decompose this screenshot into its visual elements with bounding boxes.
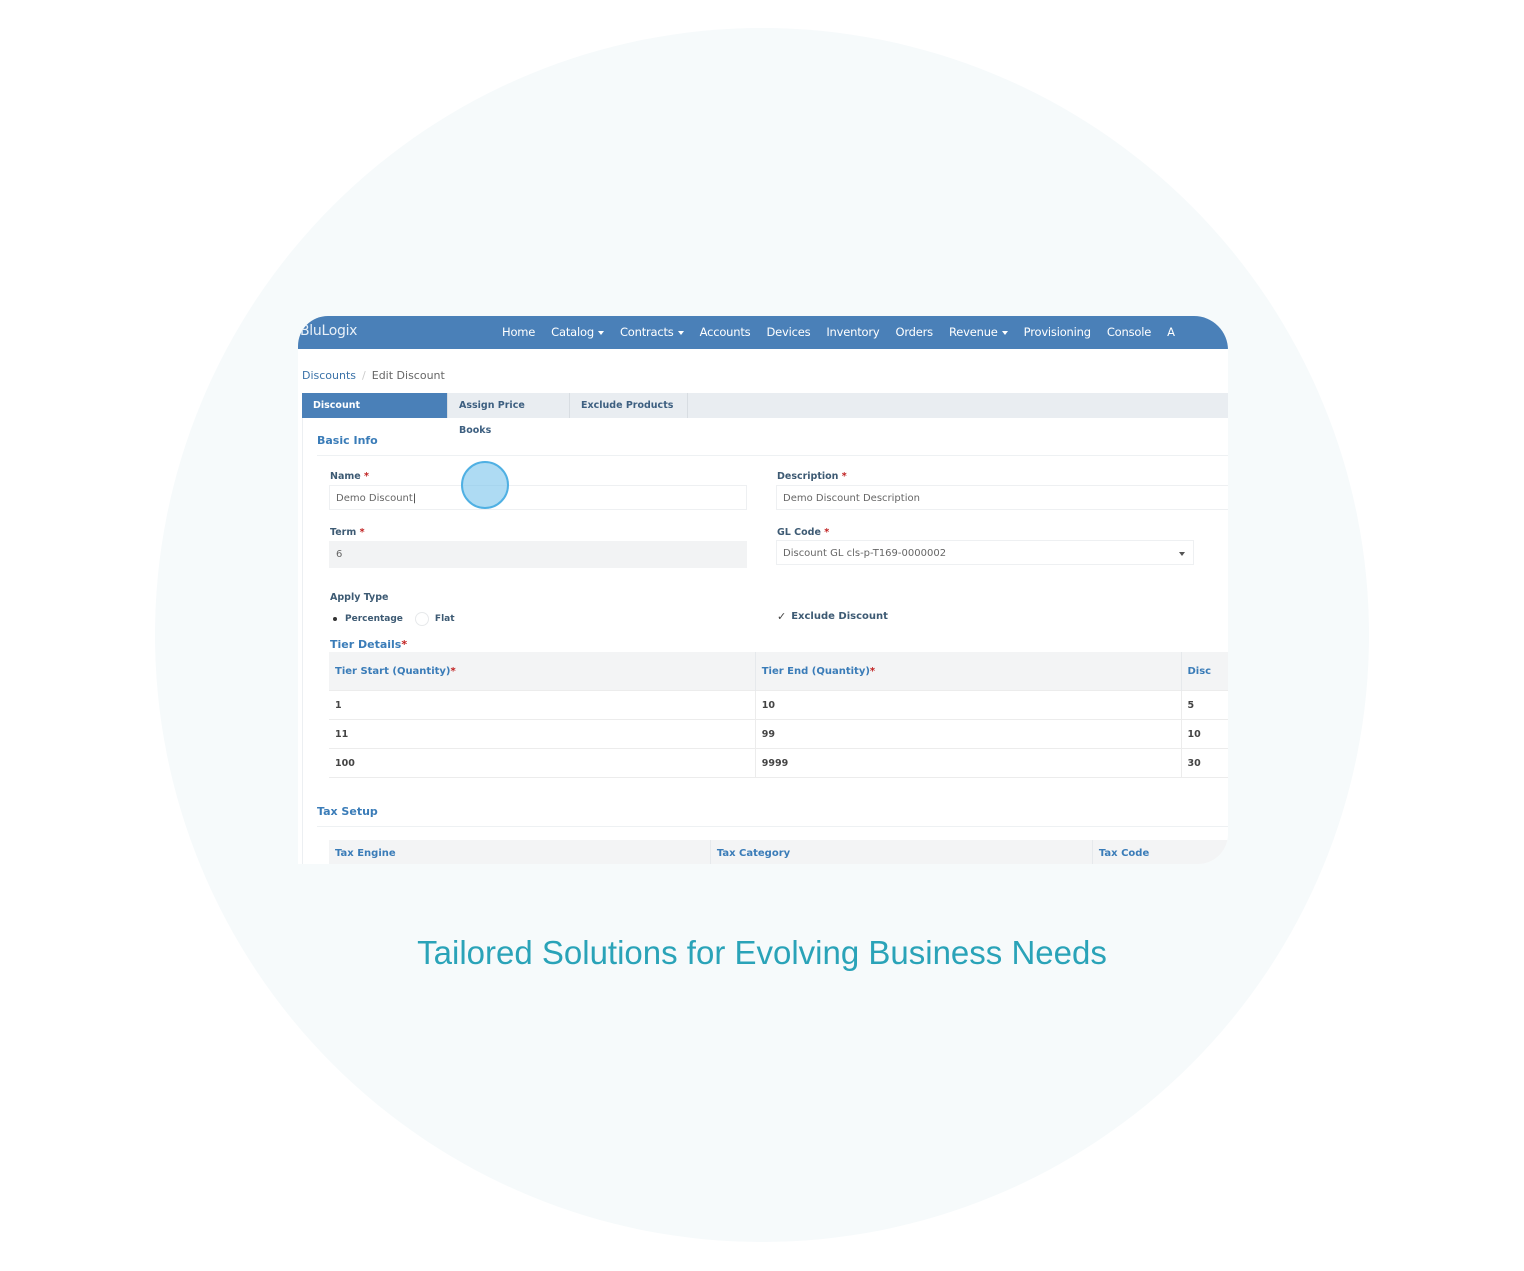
tax-setup-title: Tax Setup [317, 805, 378, 818]
cell-tier-start[interactable]: 11 [329, 719, 756, 749]
nav-menu: Home Catalog Contracts Accounts Devices … [502, 325, 1191, 339]
caret-down-icon [597, 331, 604, 335]
cell-tier-start[interactable]: 1 [329, 690, 756, 720]
breadcrumb-separator: / [362, 369, 366, 382]
table-row[interactable]: 11 99 10 [329, 719, 1228, 749]
gl-code-select[interactable]: Discount GL cls-p-T169-0000002 [776, 540, 1194, 565]
tax-setup-table: Tax Engine Tax Category Tax Code [329, 840, 1228, 864]
chevron-down-icon [1179, 552, 1185, 556]
col-tier-end: Tier End (Quantity)* [755, 652, 1182, 691]
caret-down-icon [1001, 331, 1008, 335]
tab-assign-price-books[interactable]: Assign Price Books [448, 393, 570, 436]
nav-provisioning[interactable]: Provisioning [1024, 325, 1091, 339]
table-header-row: Tax Engine Tax Category Tax Code [329, 840, 1228, 864]
name-input[interactable]: Demo Discount| [329, 485, 747, 510]
nav-truncated[interactable]: A [1167, 325, 1175, 339]
cell-tier-end[interactable]: 9999 [755, 748, 1182, 778]
description-label: Description * [777, 471, 847, 482]
nav-accounts[interactable]: Accounts [700, 325, 751, 339]
term-label: Term * [330, 527, 365, 538]
nav-catalog[interactable]: Catalog [551, 325, 604, 339]
apply-type-radio-group: Percentage Flat [331, 612, 455, 626]
divider [317, 826, 1228, 827]
nav-devices[interactable]: Devices [766, 325, 810, 339]
top-navbar: BluLogix Home Catalog Contracts Accounts… [298, 316, 1228, 349]
description-input[interactable]: Demo Discount Description [776, 485, 1228, 510]
caret-down-icon [677, 331, 684, 335]
table-row[interactable]: 100 9999 30 [329, 748, 1228, 778]
nav-orders[interactable]: Orders [896, 325, 934, 339]
caption-text: Tailored Solutions for Evolving Business… [417, 934, 1107, 971]
table-row[interactable]: 1 10 5 [329, 690, 1228, 720]
nav-console[interactable]: Console [1107, 325, 1151, 339]
tier-details-table: Tier Start (Quantity)* Tier End (Quantit… [329, 652, 1228, 778]
exclude-discount-checkbox[interactable]: ✓ Exclude Discount [777, 610, 888, 623]
cell-discount[interactable]: 5 [1181, 690, 1228, 720]
cell-discount[interactable]: 10 [1181, 719, 1228, 749]
cell-tier-end[interactable]: 10 [755, 690, 1182, 720]
radio-percentage-label[interactable]: Percentage [345, 614, 403, 624]
col-discount: Disc [1181, 652, 1228, 691]
radio-flat-label[interactable]: Flat [435, 614, 455, 624]
tab-discount-configuration[interactable]: Discount Configuration [302, 393, 448, 436]
table-header-row: Tier Start (Quantity)* Tier End (Quantit… [329, 652, 1228, 691]
col-tax-engine: Tax Engine [329, 840, 711, 864]
tab-bar: Discount Configuration Assign Price Book… [302, 393, 1228, 436]
nav-revenue[interactable]: Revenue [949, 325, 1008, 339]
radio-percentage[interactable] [331, 615, 339, 623]
checkmark-icon[interactable]: ✓ [777, 610, 786, 623]
cell-discount[interactable]: 30 [1181, 748, 1228, 778]
col-tier-start: Tier Start (Quantity)* [329, 652, 756, 691]
app-screenshot: BluLogix Home Catalog Contracts Accounts… [298, 316, 1228, 864]
cell-tier-start[interactable]: 100 [329, 748, 756, 778]
nav-contracts[interactable]: Contracts [620, 325, 684, 339]
blulogix-logo[interactable]: BluLogix [300, 323, 357, 339]
col-tax-category: Tax Category [710, 840, 1093, 864]
breadcrumb-current: Edit Discount [371, 369, 445, 382]
term-input[interactable]: 6 [329, 541, 747, 568]
gl-code-label: GL Code * [777, 527, 830, 538]
basic-info-title: Basic Info [317, 434, 378, 447]
nav-home[interactable]: Home [502, 325, 535, 339]
radio-flat[interactable] [414, 612, 429, 626]
breadcrumb: Discounts / Edit Discount [302, 369, 445, 382]
breadcrumb-discounts[interactable]: Discounts [302, 369, 356, 382]
col-tax-code: Tax Code [1092, 840, 1228, 864]
tier-details-title: Tier Details* [330, 638, 408, 651]
cell-tier-end[interactable]: 99 [755, 719, 1182, 749]
exclude-discount-label: Exclude Discount [791, 611, 888, 622]
nav-inventory[interactable]: Inventory [826, 325, 879, 339]
tab-exclude-products[interactable]: Exclude Products [570, 393, 688, 418]
divider [317, 455, 1228, 456]
discount-config-panel: Basic Info Name * Demo Discount| Descrip… [302, 418, 1228, 864]
click-indicator [461, 461, 509, 509]
apply-type-label: Apply Type [330, 592, 389, 603]
name-label: Name * [330, 471, 369, 482]
